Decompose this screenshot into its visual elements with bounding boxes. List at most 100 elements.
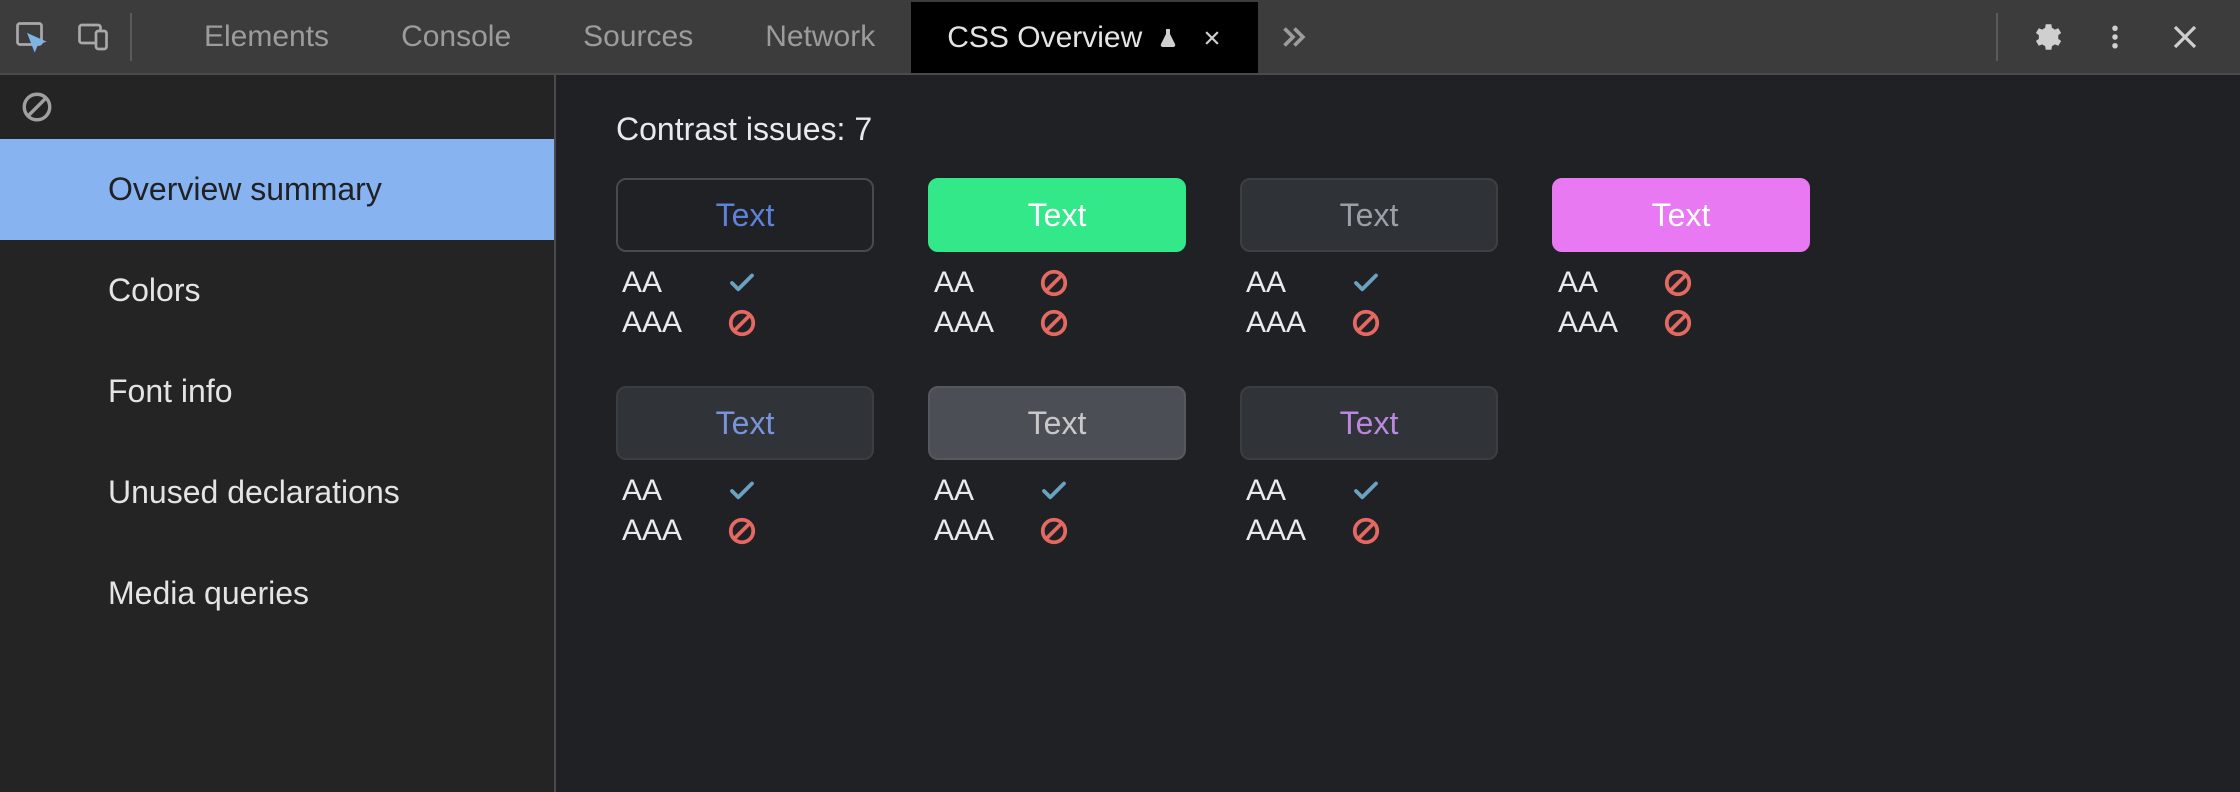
rating-label: AAA bbox=[934, 306, 1012, 340]
rating-status-icon bbox=[1038, 307, 1070, 339]
clear-overview-button[interactable] bbox=[20, 90, 54, 124]
contrast-rating: AA bbox=[1246, 266, 1382, 300]
contrast-rating: AAA bbox=[622, 514, 758, 548]
rating-status-icon bbox=[1662, 267, 1694, 299]
tab-sources[interactable]: Sources bbox=[547, 0, 729, 73]
no-entry-icon bbox=[1351, 308, 1381, 338]
title-prefix: Contrast issues: bbox=[616, 111, 854, 147]
sidebar-items: Overview summary Colors Font info Unused… bbox=[0, 139, 554, 644]
swatch-ratings: AAAAA bbox=[1240, 474, 1382, 548]
sidebar-item-font-info[interactable]: Font info bbox=[0, 341, 554, 442]
contrast-rating: AA bbox=[622, 474, 758, 508]
rating-status-icon bbox=[1350, 515, 1382, 547]
rating-label: AA bbox=[934, 474, 1012, 508]
chevron-double-right-icon bbox=[1276, 20, 1310, 54]
contrast-swatch[interactable]: TextAAAAA bbox=[1240, 178, 1498, 340]
inspect-element-button[interactable] bbox=[0, 0, 62, 73]
swatch-text: Text bbox=[1340, 405, 1399, 442]
contrast-rating: AAA bbox=[1246, 514, 1382, 548]
no-entry-icon bbox=[1663, 268, 1693, 298]
rating-label: AAA bbox=[934, 514, 1012, 548]
contrast-swatch[interactable]: TextAAAAA bbox=[928, 178, 1186, 340]
settings-button[interactable] bbox=[2010, 0, 2080, 73]
check-icon bbox=[727, 476, 757, 506]
swatch-ratings: AAAAA bbox=[616, 266, 758, 340]
rating-status-icon bbox=[1350, 267, 1382, 299]
tab-console[interactable]: Console bbox=[365, 0, 547, 73]
gear-icon bbox=[2028, 20, 2062, 54]
rating-status-icon bbox=[1038, 515, 1070, 547]
contrast-rating: AA bbox=[1246, 474, 1382, 508]
tab-elements[interactable]: Elements bbox=[168, 0, 365, 73]
sidebar-item-overview-summary[interactable]: Overview summary bbox=[0, 139, 554, 240]
rating-label: AA bbox=[1246, 474, 1324, 508]
tab-css-overview[interactable]: CSS Overview bbox=[911, 0, 1258, 73]
swatch-row: TextAAAAATextAAAAATextAAAAA bbox=[616, 386, 2180, 548]
no-entry-icon bbox=[1039, 516, 1069, 546]
contrast-rating: AA bbox=[934, 474, 1070, 508]
rating-status-icon bbox=[726, 267, 758, 299]
swatch-row: TextAAAAATextAAAAATextAAAAATextAAAAA bbox=[616, 178, 2180, 340]
tab-label: Sources bbox=[583, 20, 693, 54]
rating-label: AAA bbox=[1246, 514, 1324, 548]
panel-tabs: Elements Console Sources Network CSS Ove… bbox=[168, 0, 1258, 73]
contrast-rating: AAA bbox=[934, 514, 1070, 548]
swatch-text: Text bbox=[716, 405, 775, 442]
close-icon bbox=[1202, 28, 1222, 48]
rating-label: AA bbox=[622, 474, 700, 508]
contrast-swatch[interactable]: TextAAAAA bbox=[616, 386, 874, 548]
contrast-rating: AA bbox=[934, 266, 1070, 300]
swatch-sample: Text bbox=[1552, 178, 1810, 252]
sidebar-item-unused-declarations[interactable]: Unused declarations bbox=[0, 442, 554, 543]
close-icon bbox=[2170, 22, 2200, 52]
contrast-swatch[interactable]: TextAAAAA bbox=[1552, 178, 1810, 340]
tab-label: Network bbox=[765, 20, 875, 54]
rating-label: AAA bbox=[1558, 306, 1636, 340]
rating-status-icon bbox=[1038, 267, 1070, 299]
swatch-sample: Text bbox=[616, 178, 874, 252]
device-toggle-button[interactable] bbox=[62, 0, 124, 73]
swatch-text: Text bbox=[1652, 197, 1711, 234]
sidebar-item-label: Font info bbox=[108, 373, 233, 410]
swatch-text: Text bbox=[1028, 197, 1087, 234]
panel-body: Overview summary Colors Font info Unused… bbox=[0, 75, 2240, 792]
more-options-button[interactable] bbox=[2080, 0, 2150, 73]
no-entry-icon bbox=[1039, 308, 1069, 338]
title-count: 7 bbox=[854, 111, 872, 147]
close-tab-button[interactable] bbox=[1202, 28, 1222, 48]
sidebar-item-colors[interactable]: Colors bbox=[0, 240, 554, 341]
tab-network[interactable]: Network bbox=[729, 0, 911, 73]
rating-label: AA bbox=[1558, 266, 1636, 300]
toolbar-separator bbox=[1996, 13, 1998, 61]
contrast-rating: AAA bbox=[1246, 306, 1382, 340]
sidebar-item-label: Unused declarations bbox=[108, 474, 400, 511]
swatch-text: Text bbox=[716, 197, 775, 234]
swatch-ratings: AAAAA bbox=[928, 266, 1070, 340]
contrast-swatch[interactable]: Text AAAAA bbox=[616, 178, 874, 340]
swatch-ratings: AAAAA bbox=[1552, 266, 1694, 340]
tab-label: CSS Overview bbox=[947, 21, 1142, 55]
tab-label: Console bbox=[401, 20, 511, 54]
close-devtools-button[interactable] bbox=[2150, 0, 2220, 73]
check-icon bbox=[727, 268, 757, 298]
flask-icon bbox=[1156, 26, 1180, 50]
swatch-sample: Text bbox=[928, 386, 1186, 460]
tab-label: Elements bbox=[204, 20, 329, 54]
no-entry-icon bbox=[1039, 268, 1069, 298]
toolbar-separator bbox=[130, 13, 132, 61]
swatch-sample: Text bbox=[1240, 178, 1498, 252]
more-tabs-button[interactable] bbox=[1258, 20, 1328, 54]
sidebar-item-media-queries[interactable]: Media queries bbox=[0, 543, 554, 644]
no-entry-icon bbox=[1663, 308, 1693, 338]
swatch-text: Text bbox=[1028, 405, 1087, 442]
swatch-sample: Text bbox=[928, 178, 1186, 252]
devtools-tabbar: Elements Console Sources Network CSS Ove… bbox=[0, 0, 2240, 75]
contrast-swatch[interactable]: TextAAAAA bbox=[928, 386, 1186, 548]
swatch-text: Text bbox=[1340, 197, 1399, 234]
contrast-swatch[interactable]: TextAAAAA bbox=[1240, 386, 1498, 548]
rating-status-icon bbox=[1038, 475, 1070, 507]
contrast-rating: AAA bbox=[1558, 306, 1694, 340]
swatch-ratings: AAAAA bbox=[616, 474, 758, 548]
no-entry-icon bbox=[20, 90, 54, 124]
rating-status-icon bbox=[726, 515, 758, 547]
